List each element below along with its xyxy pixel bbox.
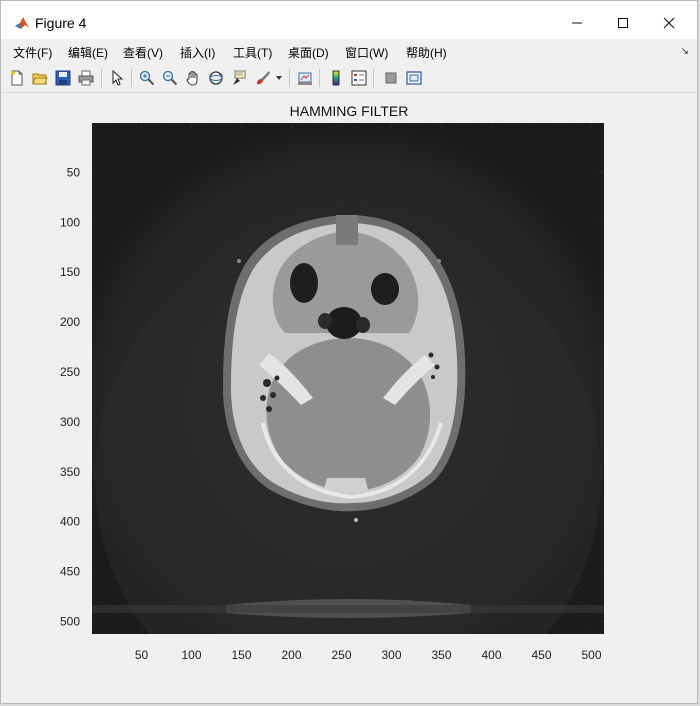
pan-button[interactable] — [183, 68, 203, 88]
print-button[interactable] — [76, 68, 96, 88]
zoom-out-button[interactable] — [160, 68, 180, 88]
menu-edit[interactable]: 编辑(E) — [68, 44, 108, 61]
new-figure-icon — [11, 70, 23, 86]
x-tick-label: 350 — [431, 648, 451, 662]
maximize-icon — [618, 18, 628, 28]
save-icon — [55, 70, 71, 86]
y-tick-label: 150 — [60, 265, 80, 279]
hide-plot-tools-button[interactable] — [381, 68, 401, 88]
link-plot-icon — [298, 72, 312, 85]
title-bar: Figure 4 — [1, 1, 697, 39]
y-tick-label: 100 — [60, 215, 80, 229]
pointer-icon — [112, 70, 124, 86]
brush-icon — [257, 71, 270, 85]
data-cursor-button[interactable] — [229, 68, 249, 88]
x-tick-label: 100 — [181, 648, 201, 662]
rotate-3d-button[interactable] — [206, 68, 226, 88]
pointer-button[interactable] — [107, 68, 127, 88]
figure-toolbar — [1, 64, 697, 93]
x-tick-label: 400 — [481, 648, 501, 662]
menu-tools[interactable]: 工具(T) — [233, 44, 272, 61]
minimize-button[interactable] — [554, 9, 600, 37]
y-tick-label: 200 — [60, 315, 80, 329]
image-axes[interactable]: 50 100 150 200 250 300 350 400 450 500 50 100 150 200… — [1, 93, 698, 704]
x-tick-label: 150 — [231, 648, 251, 662]
y-tick-label: 450 — [60, 565, 80, 579]
menu-view[interactable]: 查看(V) — [123, 44, 163, 61]
close-button[interactable] — [646, 9, 692, 37]
y-tick-label: 50 — [67, 165, 81, 179]
menu-file[interactable]: 文件(F) — [13, 44, 52, 61]
colorbar-button[interactable] — [326, 68, 346, 88]
matlab-icon — [15, 17, 29, 29]
menu-window[interactable]: 窗口(W) — [345, 44, 388, 61]
link-plot-button[interactable] — [295, 68, 315, 88]
legend-button[interactable] — [349, 68, 369, 88]
zoom-out-icon — [162, 70, 178, 86]
rotate-3d-icon — [209, 71, 223, 85]
x-tick-label: 450 — [531, 648, 551, 662]
menu-bar: 文件(F) 编辑(E) 查看(V) 插入(I) 工具(T) 桌面(D) 窗口(W… — [1, 40, 697, 64]
legend-icon — [351, 70, 367, 86]
open-file-button[interactable] — [30, 68, 50, 88]
toolbar-separator — [373, 69, 374, 87]
x-tick-label: 500 — [581, 648, 601, 662]
menu-insert[interactable]: 插入(I) — [180, 44, 215, 61]
brush-button[interactable] — [253, 68, 273, 88]
brush-dropdown-icon — [276, 76, 282, 80]
y-tick-label: 500 — [60, 615, 80, 629]
toolbar-separator — [101, 69, 102, 87]
toolbar-separator — [289, 69, 290, 87]
hide-plot-tools-icon — [385, 72, 397, 84]
figure-window: Figure 4 文件(F) 编辑(E) 查看(V) 插入(I) 工具(T) 桌… — [0, 0, 698, 704]
x-tick-label: 250 — [331, 648, 351, 662]
menu-help[interactable]: 帮助(H) — [406, 44, 447, 61]
y-tick-label: 300 — [60, 415, 80, 429]
pan-hand-icon — [186, 70, 198, 86]
print-icon — [78, 70, 94, 86]
minimize-icon — [572, 22, 582, 24]
brush-dropdown-button[interactable] — [273, 68, 285, 88]
toolbar-separator — [319, 69, 320, 87]
colorbar-icon — [332, 70, 340, 86]
close-icon — [663, 17, 675, 29]
show-plot-tools-button[interactable] — [404, 68, 424, 88]
y-tick-label: 400 — [60, 515, 80, 529]
menu-desktop[interactable]: 桌面(D) — [288, 44, 329, 61]
zoom-in-icon — [139, 70, 155, 86]
y-tick-label: 250 — [60, 365, 80, 379]
window-title: Figure 4 — [35, 15, 87, 31]
toolbar-separator — [131, 69, 132, 87]
figure-canvas: HAMMING FILTER 50 100 150 200 250 300 35… — [1, 93, 698, 704]
open-file-icon — [32, 73, 48, 85]
x-tick-label: 50 — [135, 648, 149, 662]
y-tick-label: 350 — [60, 465, 80, 479]
save-button[interactable] — [53, 68, 73, 88]
dock-arrow-icon[interactable]: ↘ — [681, 46, 689, 57]
zoom-in-button[interactable] — [137, 68, 157, 88]
data-cursor-icon — [233, 70, 246, 85]
ct-image — [92, 123, 604, 634]
x-tick-label: 300 — [381, 648, 401, 662]
new-figure-button[interactable] — [7, 68, 27, 88]
x-tick-label: 200 — [281, 648, 301, 662]
show-plot-tools-icon — [406, 71, 422, 85]
maximize-button[interactable] — [600, 9, 646, 37]
